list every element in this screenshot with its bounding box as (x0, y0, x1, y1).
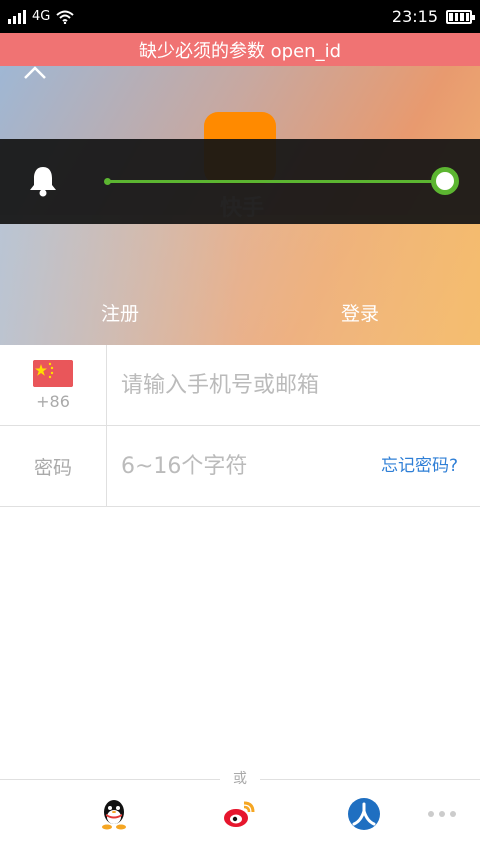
forgot-password-link[interactable]: 忘记密码? (381, 426, 458, 507)
or-separator: 或 (220, 768, 260, 788)
clock: 23:15 (391, 7, 438, 26)
chevron-up-icon[interactable] (22, 66, 48, 86)
status-bar: 4G 23:15 (0, 0, 480, 33)
volume-slider-track[interactable] (106, 180, 446, 183)
tab-login[interactable]: 登录 (240, 296, 480, 345)
battery-icon (446, 9, 475, 24)
bell-icon (30, 167, 56, 197)
renren-icon[interactable] (347, 797, 381, 831)
weibo-icon[interactable] (222, 797, 256, 831)
error-banner: 缺少必须的参数 open_id (0, 33, 480, 66)
wifi-icon (56, 10, 75, 24)
phone-row: +86 (0, 345, 480, 426)
signal-icon (8, 9, 26, 24)
china-flag-icon (33, 359, 73, 387)
network-type: 4G (32, 9, 51, 24)
auth-tabs: 注册 登录 (0, 296, 480, 345)
tab-register[interactable]: 注册 (0, 296, 240, 345)
volume-overlay (0, 139, 480, 224)
country-code: +86 (36, 391, 70, 411)
country-selector[interactable]: +86 (0, 345, 107, 425)
login-form: +86 密码 忘记密码? (0, 345, 480, 507)
more-icon[interactable] (428, 811, 456, 817)
phone-email-input[interactable] (107, 345, 480, 425)
password-label: 密码 (33, 456, 72, 479)
password-row: 密码 忘记密码? (0, 426, 480, 507)
volume-slider-thumb[interactable] (431, 167, 459, 195)
qq-icon[interactable] (97, 797, 131, 831)
